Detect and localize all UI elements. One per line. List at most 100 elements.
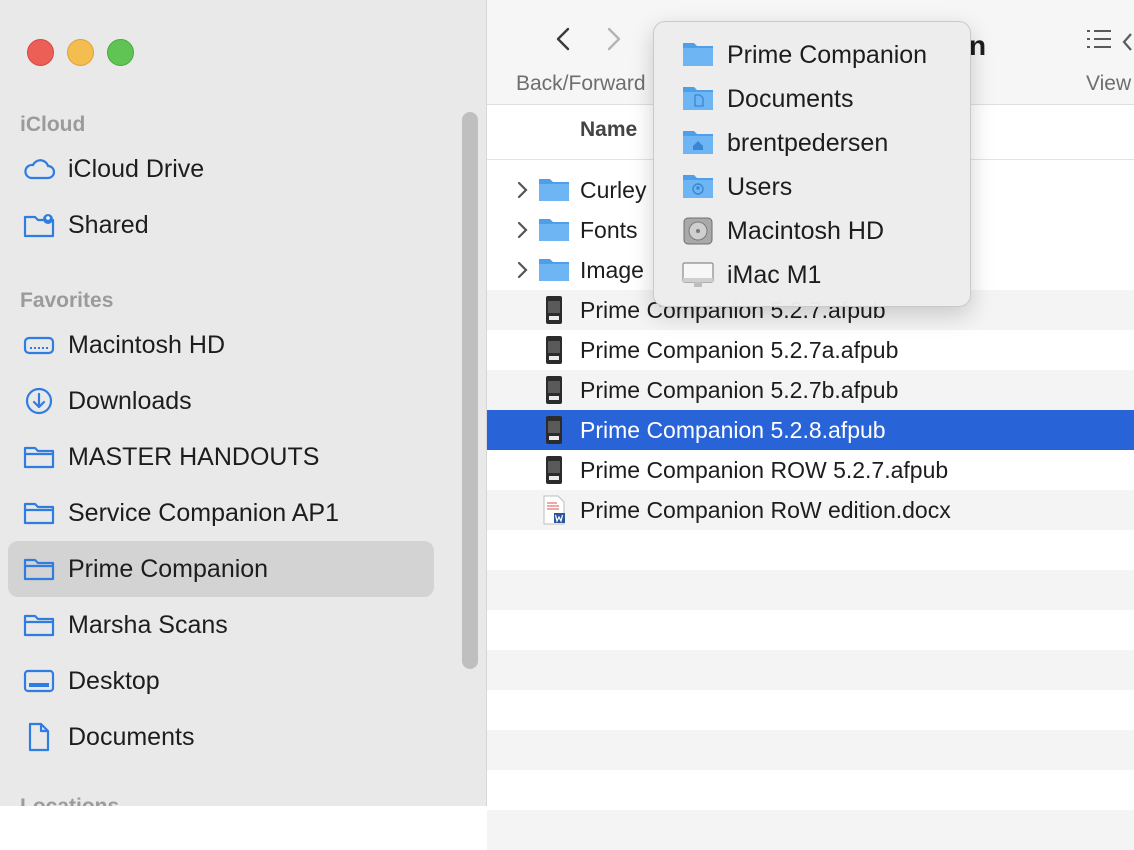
folder-icon: [682, 40, 714, 70]
file-name: Prime Companion 5.2.8.afpub: [580, 417, 886, 443]
menu-item-label: iMac M1: [727, 261, 822, 289]
sidebar: iCloud iCloud Drive Shared Favorites Mac…: [0, 0, 487, 806]
users-folder-icon: [682, 172, 714, 202]
sidebar-item-label: Documents: [68, 722, 195, 751]
view-list-button[interactable]: [1084, 26, 1114, 56]
sidebar-item-desktop[interactable]: Desktop: [8, 653, 434, 709]
menu-item-prime-companion[interactable]: Prime Companion: [654, 34, 970, 78]
sidebar-item-label: Service Companion AP1: [68, 498, 339, 527]
sidebar-item-macintosh-hd[interactable]: Macintosh HD: [8, 317, 434, 373]
sidebar-item-label: Marsha Scans: [68, 610, 228, 639]
empty-row: [487, 730, 1134, 770]
back-button[interactable]: [548, 26, 578, 56]
sidebar-item-service-companion-ap1[interactable]: Service Companion AP1: [8, 485, 434, 541]
empty-row: [487, 610, 1134, 650]
sidebar-item-master-handouts[interactable]: MASTER HANDOUTS: [8, 429, 434, 485]
file-row-afpub[interactable]: Prime Companion ROW 5.2.7.afpub: [487, 450, 1134, 490]
file-name: Prime Companion 5.2.7b.afpub: [580, 377, 899, 403]
download-icon: [22, 386, 56, 416]
menu-item-documents[interactable]: Documents: [654, 78, 970, 122]
hard-drive-icon: [22, 330, 56, 360]
sidebar-item-label: Prime Companion: [68, 554, 269, 583]
word-document-icon: [537, 495, 571, 525]
sidebar-item-label: iCloud Drive: [68, 154, 205, 183]
sidebar-item-label: Desktop: [68, 666, 160, 695]
sidebar-item-label: Downloads: [68, 386, 192, 415]
menu-item-macintosh-hd[interactable]: Macintosh HD: [654, 210, 970, 254]
afpub-file-icon: [537, 335, 571, 365]
document-icon: [22, 722, 56, 752]
back-forward-label: Back/Forward: [516, 72, 646, 95]
empty-row: [487, 810, 1134, 850]
forward-button[interactable]: [599, 26, 629, 56]
folder-icon: [537, 175, 571, 205]
folder-icon: [22, 498, 56, 528]
afpub-file-icon: [537, 295, 571, 325]
zoom-window-button[interactable]: [107, 39, 134, 66]
sidebar-item-icloud-drive[interactable]: iCloud Drive: [8, 141, 434, 197]
menu-item-label: Documents: [727, 85, 854, 113]
chevron-left-icon: [554, 26, 572, 57]
file-name: Curley: [580, 177, 647, 203]
sidebar-item-shared[interactable]: Shared: [8, 197, 434, 253]
file-row-afpub[interactable]: Prime Companion 5.2.7b.afpub: [487, 370, 1134, 410]
empty-row: [487, 650, 1134, 690]
close-window-button[interactable]: [27, 39, 54, 66]
file-name: Image: [580, 257, 644, 283]
menu-item-label: Users: [727, 173, 793, 201]
sidebar-item-label: Shared: [68, 210, 149, 239]
file-name: Prime Companion ROW 5.2.7.afpub: [580, 457, 949, 483]
sidebar-scrollbar-thumb[interactable]: [462, 112, 478, 669]
disclosure-chevron-icon[interactable]: [515, 220, 531, 240]
menu-item-label: Macintosh HD: [727, 217, 884, 245]
folder-icon: [22, 554, 56, 584]
empty-row: [487, 570, 1134, 610]
sidebar-item-label: Macintosh HD: [68, 330, 225, 359]
documents-folder-icon: [682, 84, 714, 114]
sidebar-item-documents[interactable]: Documents: [8, 709, 434, 765]
file-row-afpub[interactable]: Prime Companion 5.2.7a.afpub: [487, 330, 1134, 370]
folder-icon: [22, 610, 56, 640]
sidebar-item-downloads[interactable]: Downloads: [8, 373, 434, 429]
sidebar-item-label: MASTER HANDOUTS: [68, 442, 320, 471]
sidebar-item-prime-companion[interactable]: Prime Companion: [8, 541, 434, 597]
list-view-icon: [1085, 28, 1113, 55]
column-header-name[interactable]: Name: [580, 118, 637, 142]
home-folder-icon: [682, 128, 714, 158]
disclosure-chevron-icon[interactable]: [515, 260, 531, 280]
view-label: View: [1086, 72, 1132, 95]
cloud-icon: [22, 154, 56, 184]
menu-item-imac-m1[interactable]: iMac M1: [654, 254, 970, 298]
shared-folder-icon: [22, 210, 56, 240]
file-row-afpub-selected[interactable]: Prime Companion 5.2.8.afpub: [487, 410, 1134, 450]
chevron-right-icon: [605, 26, 623, 57]
empty-row: [487, 770, 1134, 810]
menu-item-users[interactable]: Users: [654, 166, 970, 210]
file-name: Fonts: [580, 217, 638, 243]
afpub-file-icon: [537, 415, 571, 445]
file-name: Prime Companion 5.2.7a.afpub: [580, 337, 899, 363]
view-options-chevron-icon[interactable]: [1121, 30, 1134, 54]
window-title[interactable]: n: [969, 30, 986, 62]
menu-item-label: brentpedersen: [727, 129, 889, 157]
afpub-file-icon: [537, 455, 571, 485]
empty-row: [487, 690, 1134, 730]
menu-item-label: Prime Companion: [727, 41, 928, 69]
path-popup-menu: Prime Companion Documents brentpedersen …: [653, 21, 971, 307]
file-name: Prime Companion RoW edition.docx: [580, 497, 951, 523]
afpub-file-icon: [537, 375, 571, 405]
imac-icon: [682, 260, 714, 290]
sidebar-section-locations: Locations: [20, 795, 119, 806]
folder-icon: [537, 255, 571, 285]
folder-icon: [537, 215, 571, 245]
file-row-docx[interactable]: Prime Companion RoW edition.docx: [487, 490, 1134, 530]
disclosure-chevron-icon[interactable]: [515, 180, 531, 200]
sidebar-section-favorites: Favorites: [20, 289, 114, 312]
minimize-window-button[interactable]: [67, 39, 94, 66]
menu-item-brentpedersen[interactable]: brentpedersen: [654, 122, 970, 166]
empty-row: [487, 530, 1134, 570]
folder-icon: [22, 442, 56, 472]
sidebar-section-icloud: iCloud: [20, 113, 86, 136]
sidebar-item-marsha-scans[interactable]: Marsha Scans: [8, 597, 434, 653]
desktop-icon: [22, 666, 56, 696]
